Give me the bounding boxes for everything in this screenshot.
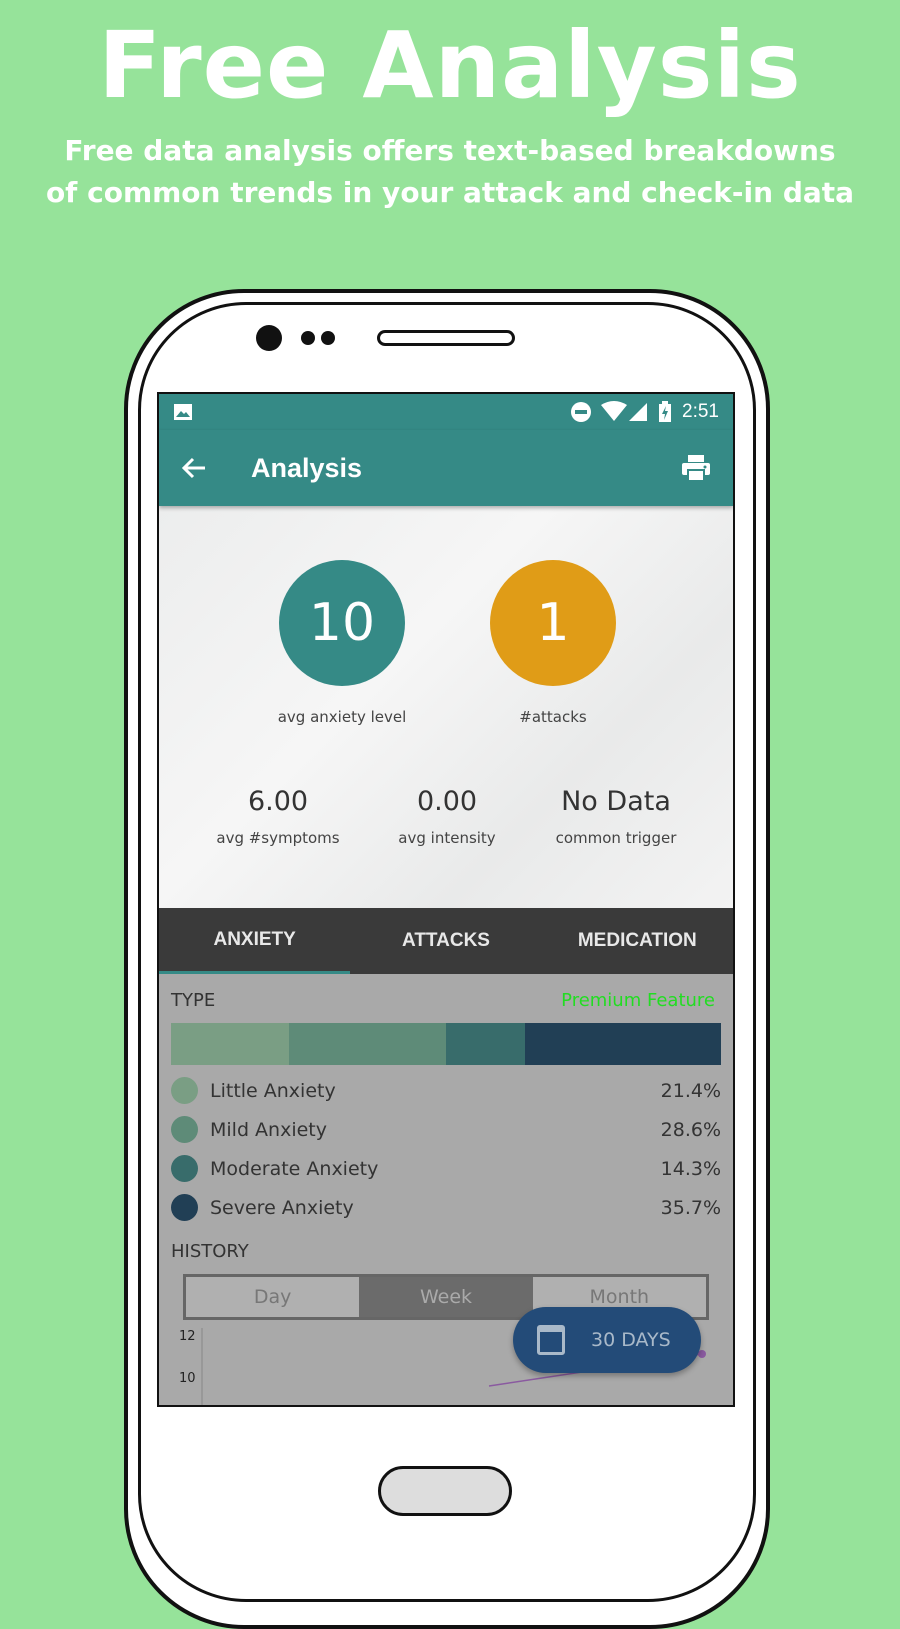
promo-title: Free Analysis <box>98 12 802 119</box>
status-bar: 2:51 <box>159 394 733 430</box>
legend-dot-icon <box>171 1116 198 1143</box>
stat-avg-symptoms: 6.00 avg #symptoms <box>188 786 368 847</box>
summary-panel: 10 avg anxiety level 1 #attacks 6.00 avg … <box>159 506 733 908</box>
type-bar-segment <box>446 1023 525 1065</box>
signal-icon <box>629 403 648 421</box>
legend-item: Little Anxiety 21.4% <box>171 1071 721 1110</box>
sensor <box>301 331 315 345</box>
legend-name: Mild Anxiety <box>210 1118 327 1141</box>
legend-dot-icon <box>171 1077 198 1104</box>
legend-item: Severe Anxiety 35.7% <box>171 1188 721 1227</box>
home-button[interactable] <box>378 1466 512 1516</box>
calendar-icon <box>537 1325 565 1355</box>
dnd-icon <box>571 402 592 422</box>
status-time: 2:51 <box>682 401 719 422</box>
stat-label: avg intensity <box>398 829 496 847</box>
stat-label: avg #symptoms <box>216 829 340 847</box>
legend-item: Moderate Anxiety 14.3% <box>171 1149 721 1188</box>
speaker <box>377 330 515 346</box>
history-point <box>698 1350 706 1358</box>
history-heading: HISTORY <box>171 1241 249 1262</box>
legend-percent: 14.3% <box>660 1157 721 1180</box>
legend-dot-icon <box>171 1194 198 1221</box>
legend-name: Little Anxiety <box>210 1079 336 1102</box>
date-range-button[interactable]: 30 DAYS <box>513 1307 701 1373</box>
stat-label: common trigger <box>555 829 677 847</box>
legend-dot-icon <box>171 1155 198 1182</box>
avg-anxiety-label: avg anxiety level <box>277 708 407 726</box>
tab-attacks[interactable]: ATTACKS <box>350 908 541 974</box>
wifi-icon <box>601 401 628 421</box>
attacks-label: #attacks <box>519 708 587 726</box>
legend-percent: 35.7% <box>660 1196 721 1219</box>
app-bar: Analysis <box>159 430 733 506</box>
battery-charging-icon <box>659 401 672 422</box>
tab-anxiety[interactable]: ANXIETY <box>159 908 351 974</box>
promo-subtitle-line: of common trends in your attack and chec… <box>45 176 855 209</box>
type-bar-segment <box>288 1023 446 1065</box>
stat-value: No Data <box>561 786 671 817</box>
tab-medication[interactable]: MEDICATION <box>542 908 733 974</box>
stat-value: 6.00 <box>247 786 309 817</box>
stat-value: 0.00 <box>416 786 478 817</box>
date-range-label: 30 DAYS <box>591 1329 671 1351</box>
type-bar-segment <box>524 1023 721 1065</box>
premium-feature-label[interactable]: Premium Feature <box>561 990 715 1011</box>
promo-subtitle: Free data analysis offers text-based bre… <box>0 130 900 214</box>
camera <box>256 325 282 351</box>
legend-percent: 28.6% <box>660 1118 721 1141</box>
legend-percent: 21.4% <box>660 1079 721 1102</box>
promo-subtitle-line: Free data analysis offers text-based bre… <box>64 134 836 167</box>
stat-avg-intensity: 0.00 avg intensity <box>357 786 537 847</box>
image-icon <box>174 404 192 420</box>
type-legend: Little Anxiety 21.4% Mild Anxiety 28.6% Mode… <box>171 1071 721 1227</box>
stat-common-trigger: No Data common trigger <box>526 786 706 847</box>
type-distribution-bar <box>171 1023 721 1065</box>
attacks-circle: 1 <box>490 560 616 686</box>
tab-bar: ANXIETY ATTACKS MEDICATION <box>159 908 733 974</box>
legend-name: Severe Anxiety <box>210 1196 354 1219</box>
sensor <box>321 331 335 345</box>
arrow-left-icon[interactable] <box>181 456 207 480</box>
legend-name: Moderate Anxiety <box>210 1157 379 1180</box>
segment-day[interactable]: Day <box>186 1277 360 1317</box>
legend-item: Mild Anxiety 28.6% <box>171 1110 721 1149</box>
print-icon[interactable] <box>681 454 711 482</box>
app-screen: 2:51 Analysis 10 avg anxiety level 1 #at… <box>157 392 735 1407</box>
y-tick-label: 12 <box>179 1329 196 1344</box>
segment-week[interactable]: Week <box>359 1277 533 1317</box>
page-title: Analysis <box>251 452 363 483</box>
avg-anxiety-circle: 10 <box>279 560 405 686</box>
type-bar-segment <box>171 1023 289 1065</box>
y-tick-label: 10 <box>179 1371 196 1386</box>
